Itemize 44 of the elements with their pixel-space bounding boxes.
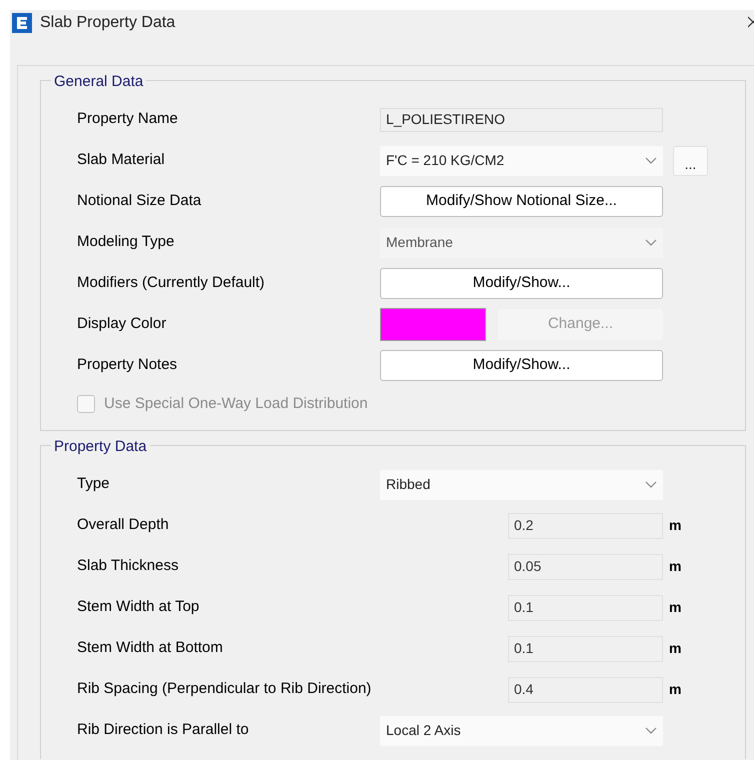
modify-button[interactable]: Modify/Show Notional Size... [380, 186, 663, 217]
number-field[interactable]: 0.05 [508, 554, 663, 580]
dropdown-value: Local 2 Axis [386, 721, 461, 740]
dropdown[interactable]: Ribbed [380, 470, 663, 500]
unit-label: m [669, 680, 682, 699]
number-field[interactable]: 0.1 [508, 594, 663, 620]
dropdown-value: Ribbed [386, 475, 430, 494]
modify-button[interactable]: Modify/Show... [380, 268, 663, 299]
field-label: Rib Direction is Parallel to [77, 720, 250, 740]
unit-label: m [669, 598, 682, 617]
field-label: Rib Spacing (Perpendicular to Rib Direction) [77, 679, 372, 700]
dropdown-value: F'C = 210 KG/CM2 [386, 151, 504, 170]
dropdown-value: Membrane [386, 233, 453, 252]
field-label: Display Color [77, 314, 168, 334]
field-label: Stem Width at Bottom [77, 638, 224, 658]
field-label: Notional Size Data [77, 191, 202, 212]
unit-label: m [669, 516, 682, 535]
window-title: Slab Property Data [40, 12, 176, 32]
field-label: Slab Material [77, 150, 166, 170]
chevron-down-icon [645, 480, 657, 488]
field-label: Overall Depth [77, 515, 170, 536]
modify-button[interactable]: Modify/Show... [380, 350, 663, 381]
field-label: Stem Width at Top [77, 597, 200, 618]
field-label: Modifiers (Currently Default) [77, 273, 266, 294]
number-field[interactable]: 0.2 [508, 512, 663, 538]
field-label: Type [77, 474, 111, 494]
app-logo-icon [12, 12, 32, 32]
chevron-down-icon [645, 238, 657, 246]
ellipsis-button[interactable]: ... [673, 146, 708, 176]
dropdown[interactable]: F'C = 210 KG/CM2 [380, 146, 663, 176]
field-label: Modeling Type [77, 232, 176, 252]
field-label: Property Name [77, 109, 179, 130]
close-icon[interactable] [748, 16, 754, 28]
chevron-down-icon [645, 726, 657, 734]
field-label: Slab Thickness [77, 556, 180, 576]
text-field[interactable]: L_POLIESTIRENO [380, 108, 663, 132]
unit-label: m [669, 639, 682, 658]
chevron-down-icon [645, 156, 657, 164]
number-field[interactable]: 0.1 [508, 636, 663, 662]
number-field[interactable]: 0.4 [508, 676, 663, 702]
field-label: Property Notes [77, 355, 178, 376]
checkbox-label: Use Special One-Way Load Distribution [104, 394, 368, 414]
unit-label: m [669, 557, 682, 576]
dropdown[interactable]: Local 2 Axis [380, 716, 663, 746]
